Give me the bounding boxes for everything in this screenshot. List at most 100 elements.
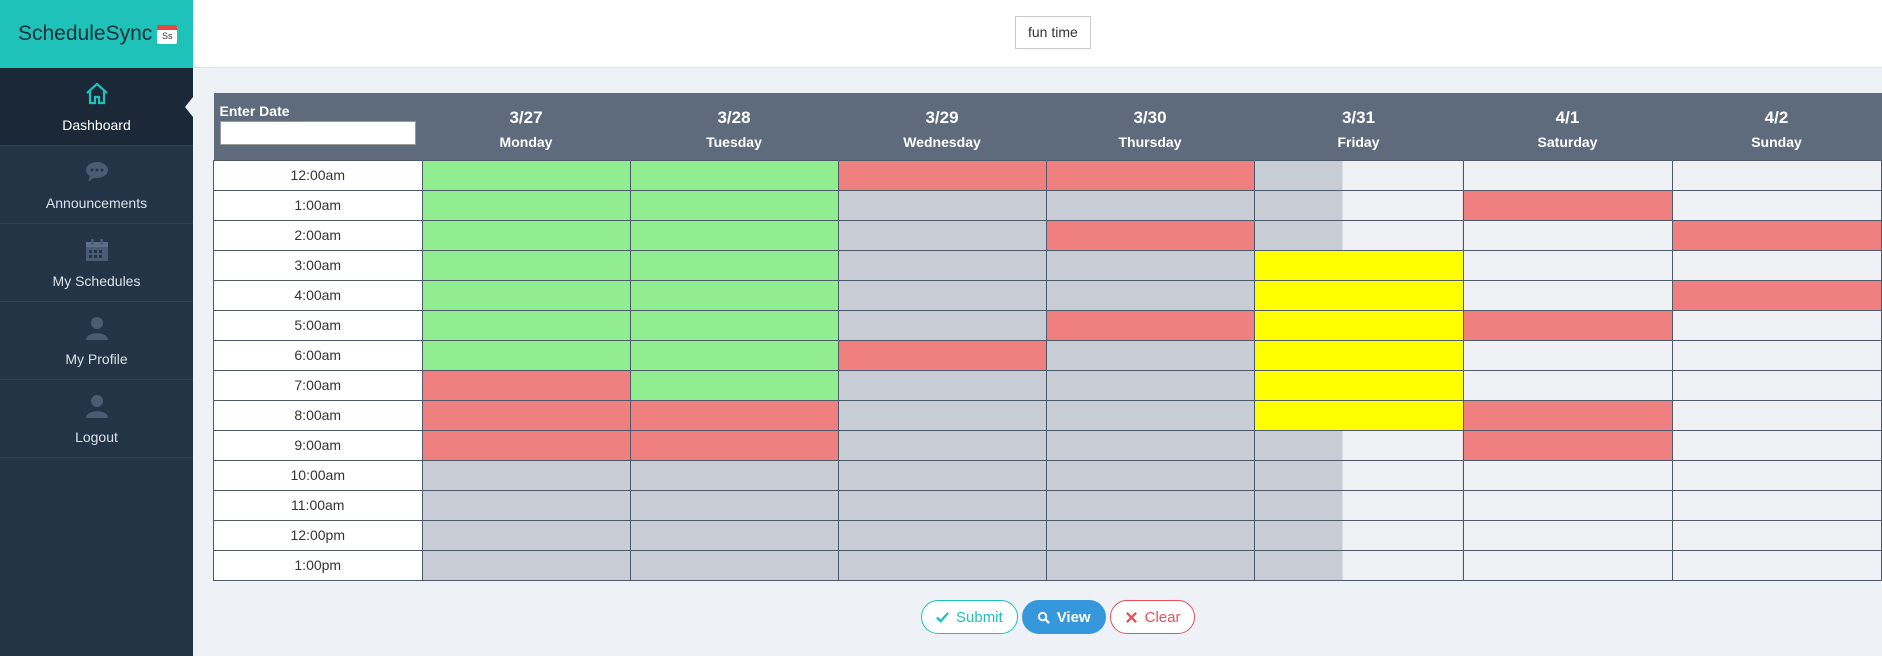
schedule-slot[interactable] (1253, 249, 1464, 281)
schedule-slot[interactable] (837, 369, 1047, 401)
schedule-slot[interactable] (629, 309, 839, 341)
schedule-slot[interactable] (421, 489, 631, 521)
schedule-slot[interactable] (629, 369, 839, 401)
schedule-slot[interactable] (1253, 339, 1464, 371)
schedule-slot[interactable] (1045, 549, 1255, 581)
schedule-slot[interactable] (421, 249, 631, 281)
schedule-slot[interactable] (837, 159, 1047, 191)
schedule-slot[interactable] (1462, 159, 1673, 191)
schedule-slot[interactable] (1671, 489, 1882, 521)
schedule-slot[interactable] (629, 249, 839, 281)
sidebar-item-my-profile[interactable]: My Profile (0, 302, 193, 380)
schedule-slot[interactable] (1671, 159, 1882, 191)
schedule-slot[interactable] (837, 549, 1047, 581)
schedule-slot[interactable] (1253, 189, 1464, 221)
schedule-slot[interactable] (837, 519, 1047, 551)
schedule-slot[interactable] (629, 459, 839, 491)
schedule-slot[interactable] (1462, 549, 1673, 581)
schedule-slot[interactable] (1671, 249, 1882, 281)
schedule-slot[interactable] (1462, 249, 1673, 281)
schedule-slot[interactable] (1462, 219, 1673, 251)
schedule-slot[interactable] (421, 399, 631, 431)
schedule-slot[interactable] (1045, 249, 1255, 281)
schedule-slot[interactable] (837, 399, 1047, 431)
schedule-slot[interactable] (1462, 279, 1673, 311)
schedule-slot[interactable] (1462, 459, 1673, 491)
schedule-slot[interactable] (1045, 519, 1255, 551)
schedule-slot[interactable] (1045, 189, 1255, 221)
schedule-slot[interactable] (1462, 429, 1673, 461)
schedule-slot[interactable] (1462, 339, 1673, 371)
schedule-slot[interactable] (1671, 549, 1882, 581)
schedule-slot[interactable] (837, 489, 1047, 521)
schedule-slot[interactable] (1253, 429, 1464, 461)
schedule-slot[interactable] (1045, 369, 1255, 401)
view-button[interactable]: View (1021, 600, 1106, 634)
schedule-slot[interactable] (421, 189, 631, 221)
schedule-slot[interactable] (629, 549, 839, 581)
sidebar-item-dashboard[interactable]: Dashboard (0, 68, 193, 146)
schedule-slot[interactable] (1462, 369, 1673, 401)
schedule-slot[interactable] (629, 159, 839, 191)
schedule-slot[interactable] (629, 489, 839, 521)
schedule-slot[interactable] (629, 399, 839, 431)
schedule-slot[interactable] (421, 339, 631, 371)
schedule-slot[interactable] (1671, 459, 1882, 491)
schedule-slot[interactable] (1253, 399, 1464, 431)
schedule-slot[interactable] (1045, 339, 1255, 371)
schedule-slot[interactable] (1671, 279, 1882, 311)
schedule-slot[interactable] (837, 189, 1047, 221)
schedule-slot[interactable] (1462, 189, 1673, 221)
schedule-slot[interactable] (421, 309, 631, 341)
schedule-slot[interactable] (1671, 189, 1882, 221)
schedule-slot[interactable] (1045, 219, 1255, 251)
schedule-slot[interactable] (1045, 309, 1255, 341)
schedule-slot[interactable] (421, 549, 631, 581)
schedule-slot[interactable] (1671, 219, 1882, 251)
schedule-slot[interactable] (837, 459, 1047, 491)
sidebar-item-my-schedules[interactable]: My Schedules (0, 224, 193, 302)
schedule-slot[interactable] (1253, 459, 1464, 491)
schedule-slot[interactable] (421, 519, 631, 551)
schedule-slot[interactable] (629, 429, 839, 461)
schedule-slot[interactable] (1253, 489, 1464, 521)
schedule-slot[interactable] (629, 219, 839, 251)
schedule-slot[interactable] (1671, 309, 1882, 341)
clear-button[interactable]: Clear (1109, 600, 1196, 634)
schedule-slot[interactable] (629, 519, 839, 551)
submit-button[interactable]: Submit (921, 600, 1018, 634)
schedule-slot[interactable] (421, 369, 631, 401)
schedule-slot[interactable] (1045, 399, 1255, 431)
schedule-slot[interactable] (1671, 519, 1882, 551)
schedule-slot[interactable] (837, 309, 1047, 341)
schedule-slot[interactable] (421, 159, 631, 191)
schedule-slot[interactable] (837, 429, 1047, 461)
schedule-slot[interactable] (1671, 399, 1882, 431)
schedule-slot[interactable] (1253, 159, 1464, 191)
schedule-slot[interactable] (1462, 519, 1673, 551)
sidebar-item-logout[interactable]: Logout (0, 380, 193, 458)
schedule-slot[interactable] (1671, 429, 1882, 461)
schedule-slot[interactable] (1253, 519, 1464, 551)
schedule-slot[interactable] (629, 189, 839, 221)
schedule-slot[interactable] (837, 249, 1047, 281)
schedule-slot[interactable] (1462, 399, 1673, 431)
schedule-slot[interactable] (1045, 489, 1255, 521)
schedule-slot[interactable] (1045, 279, 1255, 311)
schedule-slot[interactable] (1253, 369, 1464, 401)
schedule-slot[interactable] (421, 459, 631, 491)
schedule-slot[interactable] (421, 429, 631, 461)
schedule-slot[interactable] (1671, 369, 1882, 401)
schedule-slot[interactable] (1462, 489, 1673, 521)
schedule-slot[interactable] (1045, 459, 1255, 491)
brand[interactable]: ScheduleSync Ss (0, 0, 193, 68)
sidebar-item-announcements[interactable]: Announcements (0, 146, 193, 224)
schedule-slot[interactable] (1253, 549, 1464, 581)
schedule-slot[interactable] (837, 339, 1047, 371)
schedule-slot[interactable] (1045, 159, 1255, 191)
schedule-slot[interactable] (629, 339, 839, 371)
schedule-slot[interactable] (1253, 279, 1464, 311)
schedule-slot[interactable] (421, 219, 631, 251)
schedule-slot[interactable] (421, 279, 631, 311)
schedule-slot[interactable] (629, 279, 839, 311)
